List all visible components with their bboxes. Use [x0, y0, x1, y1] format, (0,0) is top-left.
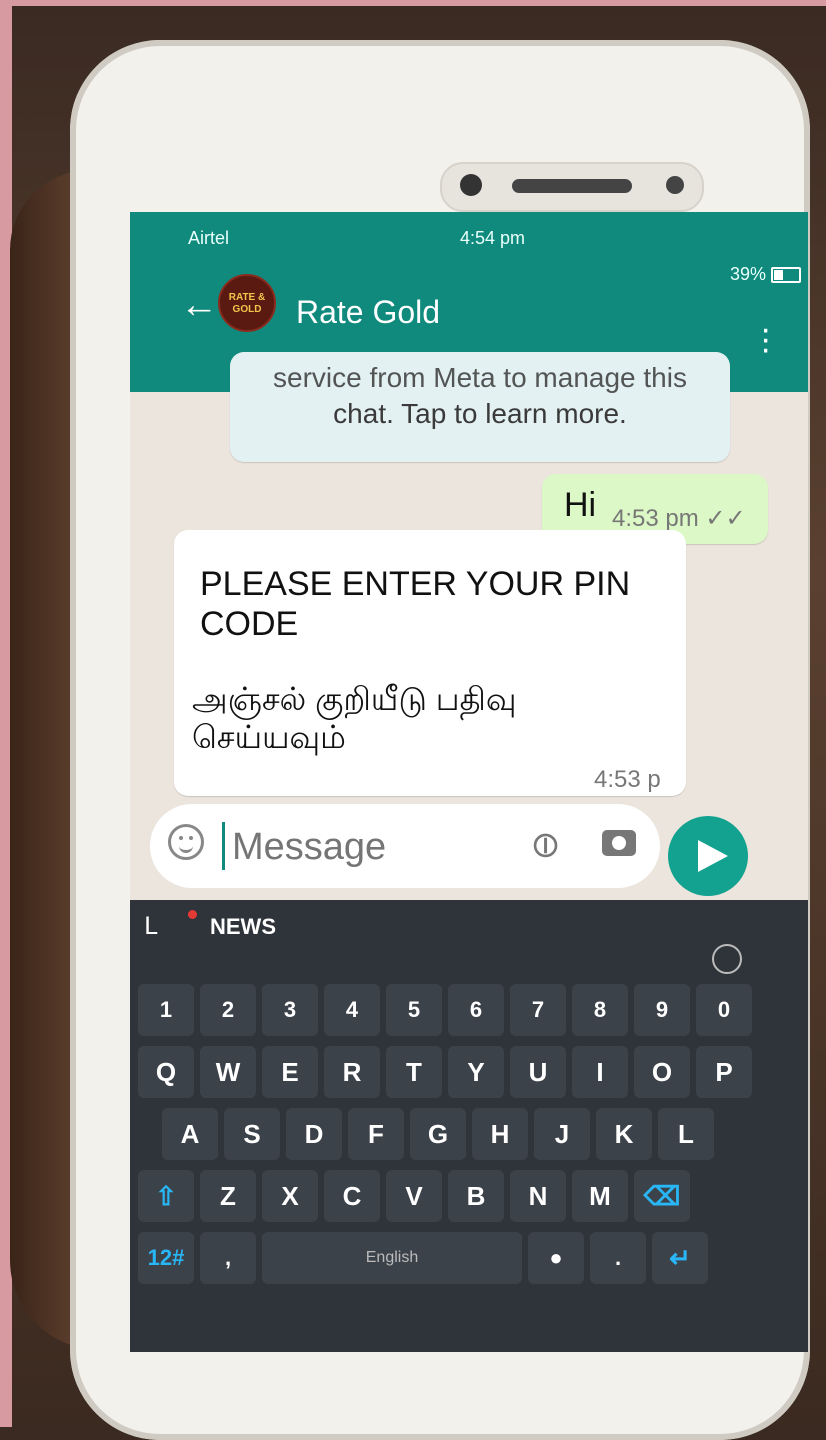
key-6[interactable]: 6 — [448, 984, 504, 1036]
incoming-text-english: PLEASE ENTER YOUR PIN CODE — [200, 565, 631, 643]
key-b[interactable]: B — [448, 1170, 504, 1222]
battery-percent: 39% — [730, 264, 767, 284]
send-button[interactable] — [668, 816, 748, 896]
message-input[interactable] — [230, 822, 524, 872]
key-m[interactable]: M — [572, 1170, 628, 1222]
system-line-2: chat. Tap to learn more. — [333, 398, 627, 429]
emoji-icon[interactable] — [168, 824, 204, 860]
front-camera — [460, 174, 482, 196]
key-y[interactable]: Y — [448, 1046, 504, 1098]
message-time: 4:53 p — [594, 766, 661, 793]
backspace-key-icon[interactable]: ⌫ — [634, 1170, 690, 1222]
key-r[interactable]: R — [324, 1046, 380, 1098]
background-edge-top — [0, 0, 826, 6]
status-time: 4:54 pm — [460, 228, 526, 248]
outgoing-text: Hi — [564, 486, 597, 524]
key-u[interactable]: U — [510, 1046, 566, 1098]
keyboard: ᒪ NEWS 1 2 3 4 5 6 7 8 9 0 Q W E R T Y U… — [130, 900, 808, 1352]
key-w[interactable]: W — [200, 1046, 256, 1098]
key-a[interactable]: A — [162, 1108, 218, 1160]
keyboard-toolbar: ᒪ NEWS — [130, 900, 808, 974]
key-p[interactable]: P — [696, 1046, 752, 1098]
key-5[interactable]: 5 — [386, 984, 442, 1036]
key-t[interactable]: T — [386, 1046, 442, 1098]
key-8[interactable]: 8 — [572, 984, 628, 1036]
keyboard-logo-icon[interactable]: ᒪ — [144, 912, 157, 941]
key-2[interactable]: 2 — [200, 984, 256, 1036]
message-time: 4:53 pm ✓✓ — [612, 505, 746, 532]
message-composer: ⊘ — [150, 804, 660, 888]
key-k[interactable]: K — [596, 1108, 652, 1160]
key-c[interactable]: C — [324, 1170, 380, 1222]
key-i[interactable]: I — [572, 1046, 628, 1098]
shift-key-icon[interactable]: ⇧ — [138, 1170, 194, 1222]
period-key[interactable]: . — [590, 1232, 646, 1284]
incoming-message[interactable]: PLEASE ENTER YOUR PIN CODE அஞ்சல் குறியீ… — [174, 530, 686, 796]
battery-icon — [771, 267, 802, 284]
mic-key-icon[interactable]: ● — [528, 1232, 584, 1284]
key-l[interactable]: L — [658, 1108, 714, 1160]
enter-key-icon[interactable]: ↵ — [652, 1232, 708, 1284]
key-1[interactable]: 1 — [138, 984, 194, 1036]
attach-icon[interactable]: ⊘ — [520, 819, 571, 870]
number-row: 1 2 3 4 5 6 7 8 9 0 — [138, 984, 752, 1036]
key-n[interactable]: N — [510, 1170, 566, 1222]
qwerty-row: Q W E R T Y U I O P — [138, 1046, 752, 1098]
key-h[interactable]: H — [472, 1108, 528, 1160]
earpiece — [440, 162, 704, 212]
avatar[interactable]: RATE & GOLD — [218, 274, 276, 332]
news-button[interactable]: NEWS — [210, 914, 276, 940]
key-7[interactable]: 7 — [510, 984, 566, 1036]
key-d[interactable]: D — [286, 1108, 342, 1160]
keyboard-emoji-icon[interactable] — [712, 944, 742, 974]
key-f[interactable]: F — [348, 1108, 404, 1160]
sensor — [666, 176, 684, 194]
zxcv-row: ⇧ Z X C V B N M ⌫ — [138, 1170, 690, 1222]
key-g[interactable]: G — [410, 1108, 466, 1160]
key-o[interactable]: O — [634, 1046, 690, 1098]
battery-status: 39% — [730, 264, 802, 285]
key-4[interactable]: 4 — [324, 984, 380, 1036]
key-0[interactable]: 0 — [696, 984, 752, 1036]
key-s[interactable]: S — [224, 1108, 280, 1160]
key-j[interactable]: J — [534, 1108, 590, 1160]
key-z[interactable]: Z — [200, 1170, 256, 1222]
signal-carrier: Airtel — [188, 228, 230, 248]
double-tick-icon: ✓✓ — [705, 505, 746, 532]
key-v[interactable]: V — [386, 1170, 442, 1222]
key-e[interactable]: E — [262, 1046, 318, 1098]
key-3[interactable]: 3 — [262, 984, 318, 1036]
comma-key[interactable]: , — [200, 1232, 256, 1284]
text-caret — [222, 822, 225, 870]
bottom-row: 12# , English ● . ↵ — [138, 1232, 708, 1284]
business-info-banner[interactable]: service from Meta to manage this chat. T… — [230, 352, 730, 462]
key-9[interactable]: 9 — [634, 984, 690, 1036]
phone-screen: Airtel 4:54 pm 39% ← RATE & GOLD Rate Go… — [130, 212, 808, 1352]
more-options-icon[interactable]: · · · — [760, 312, 771, 366]
chat-title[interactable]: Rate Gold — [296, 294, 440, 331]
notification-dot — [188, 910, 197, 919]
key-q[interactable]: Q — [138, 1046, 194, 1098]
back-arrow-icon[interactable]: ← — [180, 284, 218, 327]
speaker-slot — [512, 179, 632, 193]
mode-key[interactable]: 12# — [138, 1232, 194, 1284]
key-x[interactable]: X — [262, 1170, 318, 1222]
incoming-text-tamil: அஞ்சல் குறியீடு பதிவு செய்யவும் — [192, 681, 517, 755]
asdf-row: A S D F G H J K L — [162, 1108, 714, 1160]
space-key[interactable]: English — [262, 1232, 522, 1284]
camera-icon[interactable] — [602, 830, 636, 856]
system-line-1: service from Meta to manage this — [273, 362, 687, 393]
